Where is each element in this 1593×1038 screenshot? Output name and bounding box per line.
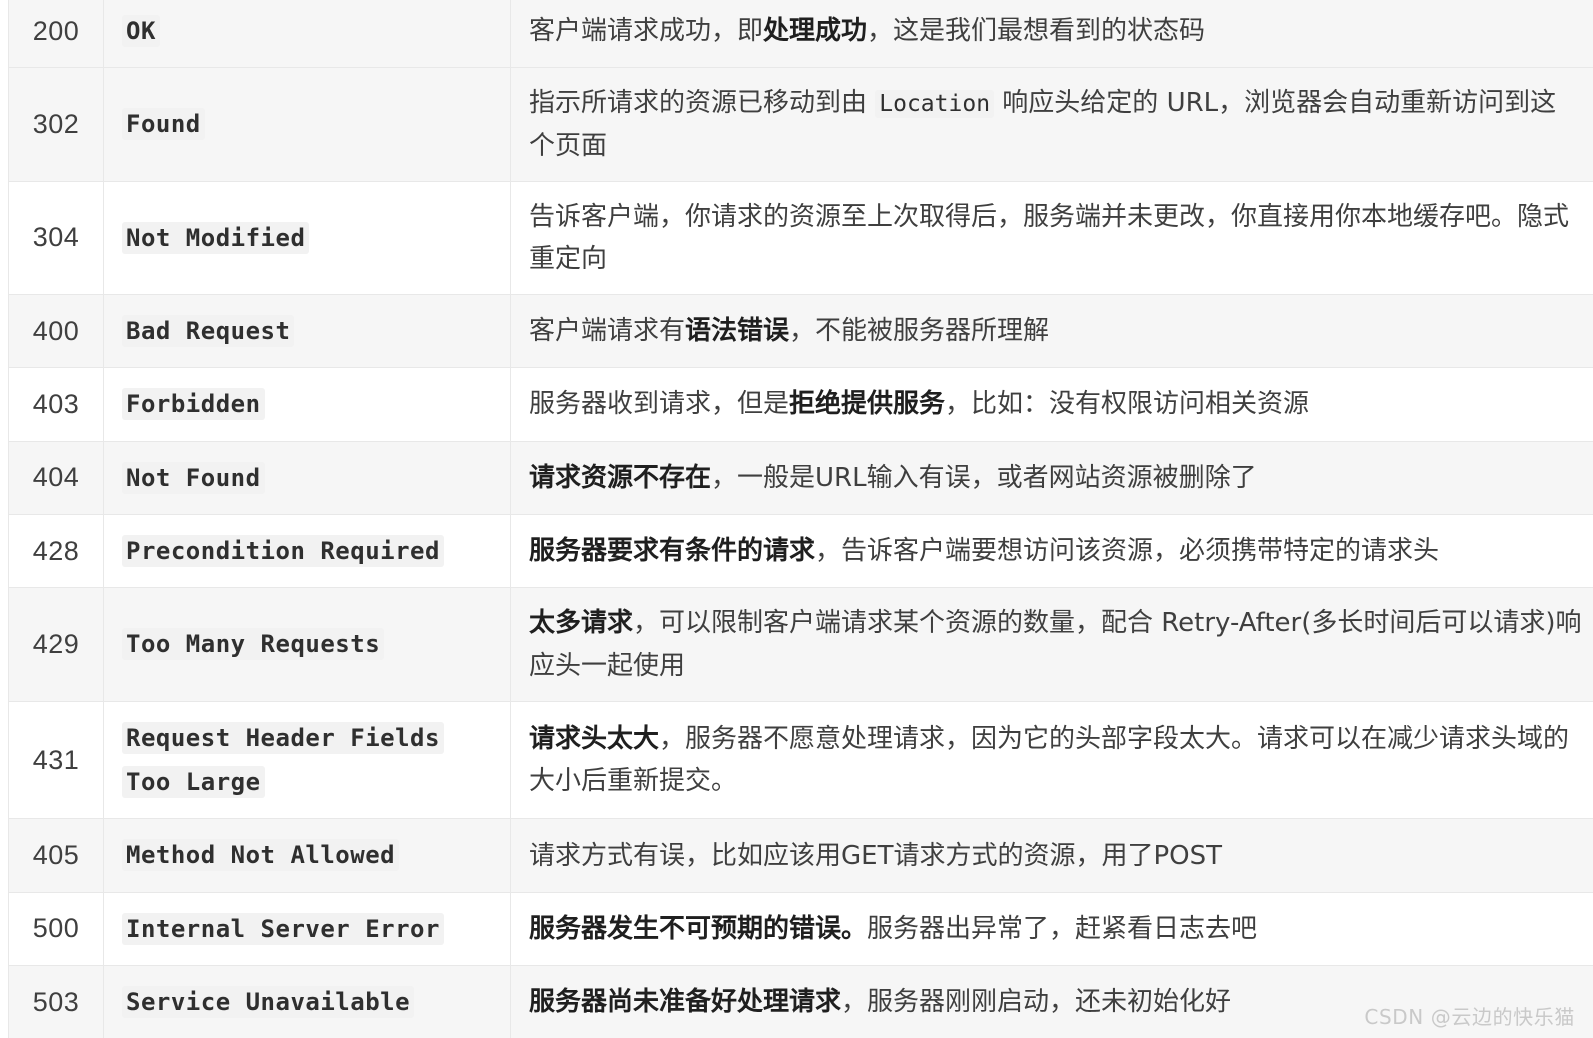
table-row: 503 Service Unavailable 服务器尚未准备好处理请求，服务器刚刚… (8, 965, 1593, 1038)
status-code-table-body: 200 OK 客户端请求成功，即处理成功，这是我们最想看到的状态码 302 Found 指… (8, 0, 1593, 1038)
table-row: 302 Found 指示所请求的资源已移动到由 Location 响应头给定的 UR… (8, 67, 1593, 182)
reason-phrase-code-chip: Forbidden (122, 388, 265, 421)
reason-phrase-code-chip: Internal Server Error (122, 912, 444, 945)
status-code-cell: 431 (8, 700, 104, 820)
status-code-cell: 404 (8, 440, 104, 516)
status-code-cell: 304 (8, 180, 104, 295)
status-code-cell: 302 (8, 67, 104, 182)
table-row: 403 Forbidden 服务器收到请求，但是拒绝提供服务，比如：没有权限访问相关… (8, 367, 1593, 442)
reason-phrase-code-chip: Method Not Allowed (122, 839, 400, 872)
status-code-cell: 400 (8, 293, 104, 369)
reason-phrase-cell: Found (103, 67, 511, 182)
reason-phrase-code-chip: Service Unavailable (122, 986, 415, 1019)
table-row: 304 Not Modified 告诉客户端，你请求的资源至上次取得后，服务端并未更… (8, 180, 1593, 295)
reason-phrase-code-chip: OK (122, 15, 160, 47)
table-row: 405 Method Not Allowed 请求方式有误，比如应该用GET请求方式… (8, 818, 1593, 893)
reason-phrase-cell: Not Modified (103, 180, 511, 295)
description-cell: 太多请求，可以限制客户端请求某个资源的数量，配合 Retry-After(多长时… (510, 587, 1593, 702)
reason-phrase-cell: Method Not Allowed (103, 818, 511, 893)
reason-phrase-cell: Request Header Fields Too Large (103, 700, 511, 820)
reason-phrase-cell: Forbidden (103, 367, 511, 442)
status-code-cell: 429 (8, 587, 104, 702)
description-cell: 请求头太大，服务器不愿意处理请求，因为它的头部字段太大。请求可以在减少请求头域的… (510, 700, 1593, 820)
reason-phrase-cell: Too Many Requests (103, 587, 511, 702)
status-code-cell: 405 (8, 818, 104, 893)
reason-phrase-cell: Internal Server Error (103, 891, 511, 967)
reason-phrase-cell: Precondition Required (103, 513, 511, 589)
table-row: 500 Internal Server Error 服务器发生不可预期的错误。服务器… (8, 891, 1593, 967)
description-cell: 服务器要求有条件的请求，告诉客户端要想访问该资源，必须携带特定的请求头 (510, 513, 1593, 589)
table-row: 400 Bad Request 客户端请求有语法错误，不能被服务器所理解 (8, 293, 1593, 369)
status-code-cell: 200 (8, 0, 104, 69)
status-code-cell: 403 (8, 367, 104, 442)
status-code-cell: 503 (8, 965, 104, 1038)
table-row: 429 Too Many Requests 太多请求，可以限制客户端请求某个资源的数… (8, 587, 1593, 702)
table-row: 428 Precondition Required 服务器要求有条件的请求，告诉客户… (8, 513, 1593, 589)
table-row: 200 OK 客户端请求成功，即处理成功，这是我们最想看到的状态码 (8, 0, 1593, 69)
description-cell: 服务器收到请求，但是拒绝提供服务，比如：没有权限访问相关资源 (510, 367, 1593, 442)
reason-phrase-code-chip: Precondition Required (122, 535, 444, 567)
http-status-code-table: 200 OK 客户端请求成功，即处理成功，这是我们最想看到的状态码 302 Found 指… (8, 0, 1593, 1038)
reason-phrase-code-chip: Not Modified (122, 221, 310, 254)
description-cell: 服务器发生不可预期的错误。服务器出异常了，赶紧看日志去吧 (510, 891, 1593, 967)
description-cell: 请求资源不存在，一般是URL输入有误，或者网站资源被删除了 (510, 440, 1593, 516)
description-cell: 指示所请求的资源已移动到由 Location 响应头给定的 URL，浏览器会自动… (510, 67, 1593, 182)
status-code-cell: 500 (8, 891, 104, 967)
reason-phrase-code-chip: Found (122, 108, 205, 141)
reason-phrase-code-chip: Too Many Requests (122, 628, 385, 661)
table-row: 431 Request Header Fields Too Large 请求头太大，… (8, 700, 1593, 820)
status-code-table-wrapper: 200 OK 客户端请求成功，即处理成功，这是我们最想看到的状态码 302 Found 指… (8, 0, 1593, 1038)
article-page: 200 OK 客户端请求成功，即处理成功，这是我们最想看到的状态码 302 Found 指… (0, 0, 1593, 1038)
description-cell: 请求方式有误，比如应该用GET请求方式的资源，用了POST (510, 818, 1593, 893)
status-code-cell: 428 (8, 513, 104, 589)
description-cell: 告诉客户端，你请求的资源至上次取得后，服务端并未更改，你直接用你本地缓存吧。隐式… (510, 180, 1593, 295)
reason-phrase-code-chip: Bad Request (122, 314, 295, 347)
description-cell: 服务器尚未准备好处理请求，服务器刚刚启动，还未初始化好 (510, 965, 1593, 1038)
description-cell: 客户端请求成功，即处理成功，这是我们最想看到的状态码 (510, 0, 1593, 69)
reason-phrase-cell: Bad Request (103, 293, 511, 369)
reason-phrase-cell: OK (103, 0, 511, 69)
description-cell: 客户端请求有语法错误，不能被服务器所理解 (510, 293, 1593, 369)
reason-phrase-cell: Service Unavailable (103, 965, 511, 1038)
reason-phrase-code-chip: Request Header Fields Too Large (122, 721, 444, 798)
reason-phrase-cell: Not Found (103, 440, 511, 516)
table-row: 404 Not Found 请求资源不存在，一般是URL输入有误，或者网站资源被删除… (8, 440, 1593, 516)
reason-phrase-code-chip: Not Found (122, 461, 265, 494)
